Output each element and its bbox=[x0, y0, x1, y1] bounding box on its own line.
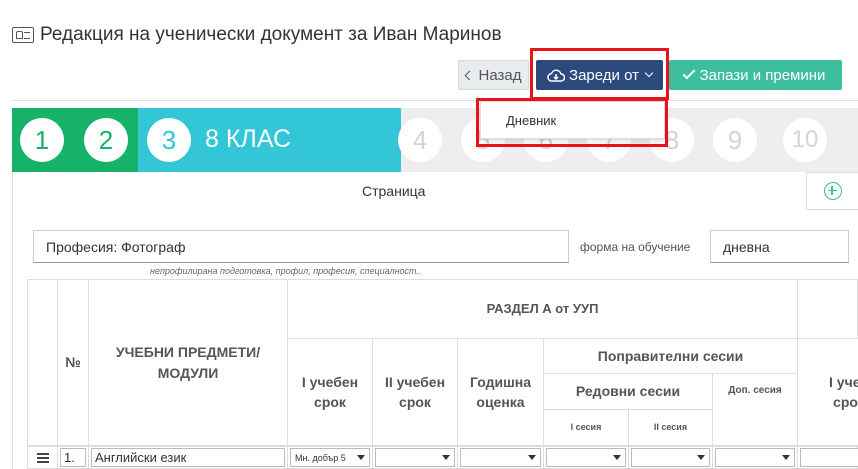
row-drag-handle[interactable] bbox=[27, 446, 58, 469]
chevron-left-icon bbox=[464, 70, 474, 80]
row-subject-input[interactable]: Английски език bbox=[91, 448, 285, 467]
highlight-dropdown-item bbox=[476, 98, 668, 147]
save-and-continue-button[interactable]: Запази и премини bbox=[669, 60, 842, 90]
back-button-label: Назад bbox=[478, 66, 522, 84]
study-form-label: форма на обучение bbox=[580, 240, 691, 254]
extra-session-header: Доп. сесия bbox=[712, 373, 798, 446]
step-10[interactable]: 10 bbox=[783, 118, 827, 162]
row-number[interactable]: 1. bbox=[60, 448, 86, 467]
annual-grade-select[interactable] bbox=[460, 448, 541, 467]
panel-left-border bbox=[12, 172, 13, 469]
session2-grade-select[interactable] bbox=[631, 448, 710, 467]
grades-table: № УЧЕБНИ ПРЕДМЕТИ/ МОДУЛИ РАЗДЕЛ А от УУ… bbox=[27, 279, 858, 469]
section-a-header: РАЗДЕЛ А от УУП bbox=[287, 279, 798, 339]
step-1[interactable]: 1 bbox=[20, 118, 64, 162]
term1-header: I учебен срок bbox=[287, 338, 373, 446]
annual-header: Годишна оценка bbox=[457, 338, 544, 446]
next-term1-grade-select[interactable] bbox=[800, 448, 858, 467]
step-3[interactable]: 3 bbox=[147, 118, 191, 162]
add-page-button[interactable] bbox=[806, 172, 858, 210]
caret-down-icon bbox=[782, 455, 790, 460]
row-subject-cell: Английски език bbox=[88, 446, 288, 469]
term2-grade-select[interactable] bbox=[375, 448, 455, 467]
col-number-header: № bbox=[57, 279, 89, 446]
page-label: Страница bbox=[362, 183, 426, 199]
plus-circle-icon bbox=[823, 182, 842, 200]
caret-down-icon bbox=[442, 455, 450, 460]
check-icon bbox=[682, 66, 695, 80]
extra-session-grade-select[interactable] bbox=[715, 448, 795, 467]
row-number-cell: 1. bbox=[57, 446, 89, 469]
highlight-load-button bbox=[530, 48, 669, 100]
term1-grade-value: Мн. добър 5 bbox=[295, 452, 346, 463]
profession-input[interactable]: Професия: Фотограф bbox=[33, 230, 569, 263]
class-steps: 1 2 3 8 КЛАС 4 5 6 7 8 9 10 bbox=[12, 108, 858, 172]
id-card-icon bbox=[12, 27, 34, 43]
profession-hint: непрофилирана подготовка, профил, профес… bbox=[150, 266, 422, 276]
regular-sessions-header: Редовни сесии bbox=[543, 373, 713, 410]
next-section-header bbox=[797, 279, 858, 339]
corrective-sessions-header: Поправителни сесии bbox=[543, 338, 798, 374]
save-and-continue-label: Запази и премини bbox=[699, 66, 826, 84]
session2-header: II сесия bbox=[628, 409, 713, 446]
step-2[interactable]: 2 bbox=[84, 118, 128, 162]
term2-header: II учебен срок bbox=[372, 338, 458, 446]
step-9[interactable]: 9 bbox=[713, 118, 757, 162]
caret-down-icon bbox=[613, 455, 621, 460]
caret-down-icon bbox=[697, 455, 705, 460]
active-step-label: 8 КЛАС bbox=[205, 125, 291, 153]
caret-down-icon bbox=[357, 455, 365, 460]
table-handle-header bbox=[27, 279, 58, 446]
session1-grade-select[interactable] bbox=[546, 448, 626, 467]
hamburger-icon bbox=[36, 452, 49, 463]
session1-header: I сесия bbox=[543, 409, 629, 446]
study-form-input[interactable]: дневна bbox=[710, 230, 849, 263]
col-subjects-header: УЧЕБНИ ПРЕДМЕТИ/ МОДУЛИ bbox=[88, 279, 288, 446]
panel-top-border bbox=[12, 100, 858, 101]
back-button[interactable]: Назад bbox=[458, 60, 529, 90]
page-title-text: Редакция на ученически документ за Иван … bbox=[40, 24, 502, 45]
step-4[interactable]: 4 bbox=[398, 118, 442, 162]
caret-down-icon bbox=[528, 455, 536, 460]
term1-grade-select[interactable]: Мн. добър 5 bbox=[290, 448, 370, 467]
next-term1-header: I учеб срок bbox=[797, 338, 858, 446]
page-title: Редакция на ученически документ за Иван … bbox=[12, 24, 502, 46]
